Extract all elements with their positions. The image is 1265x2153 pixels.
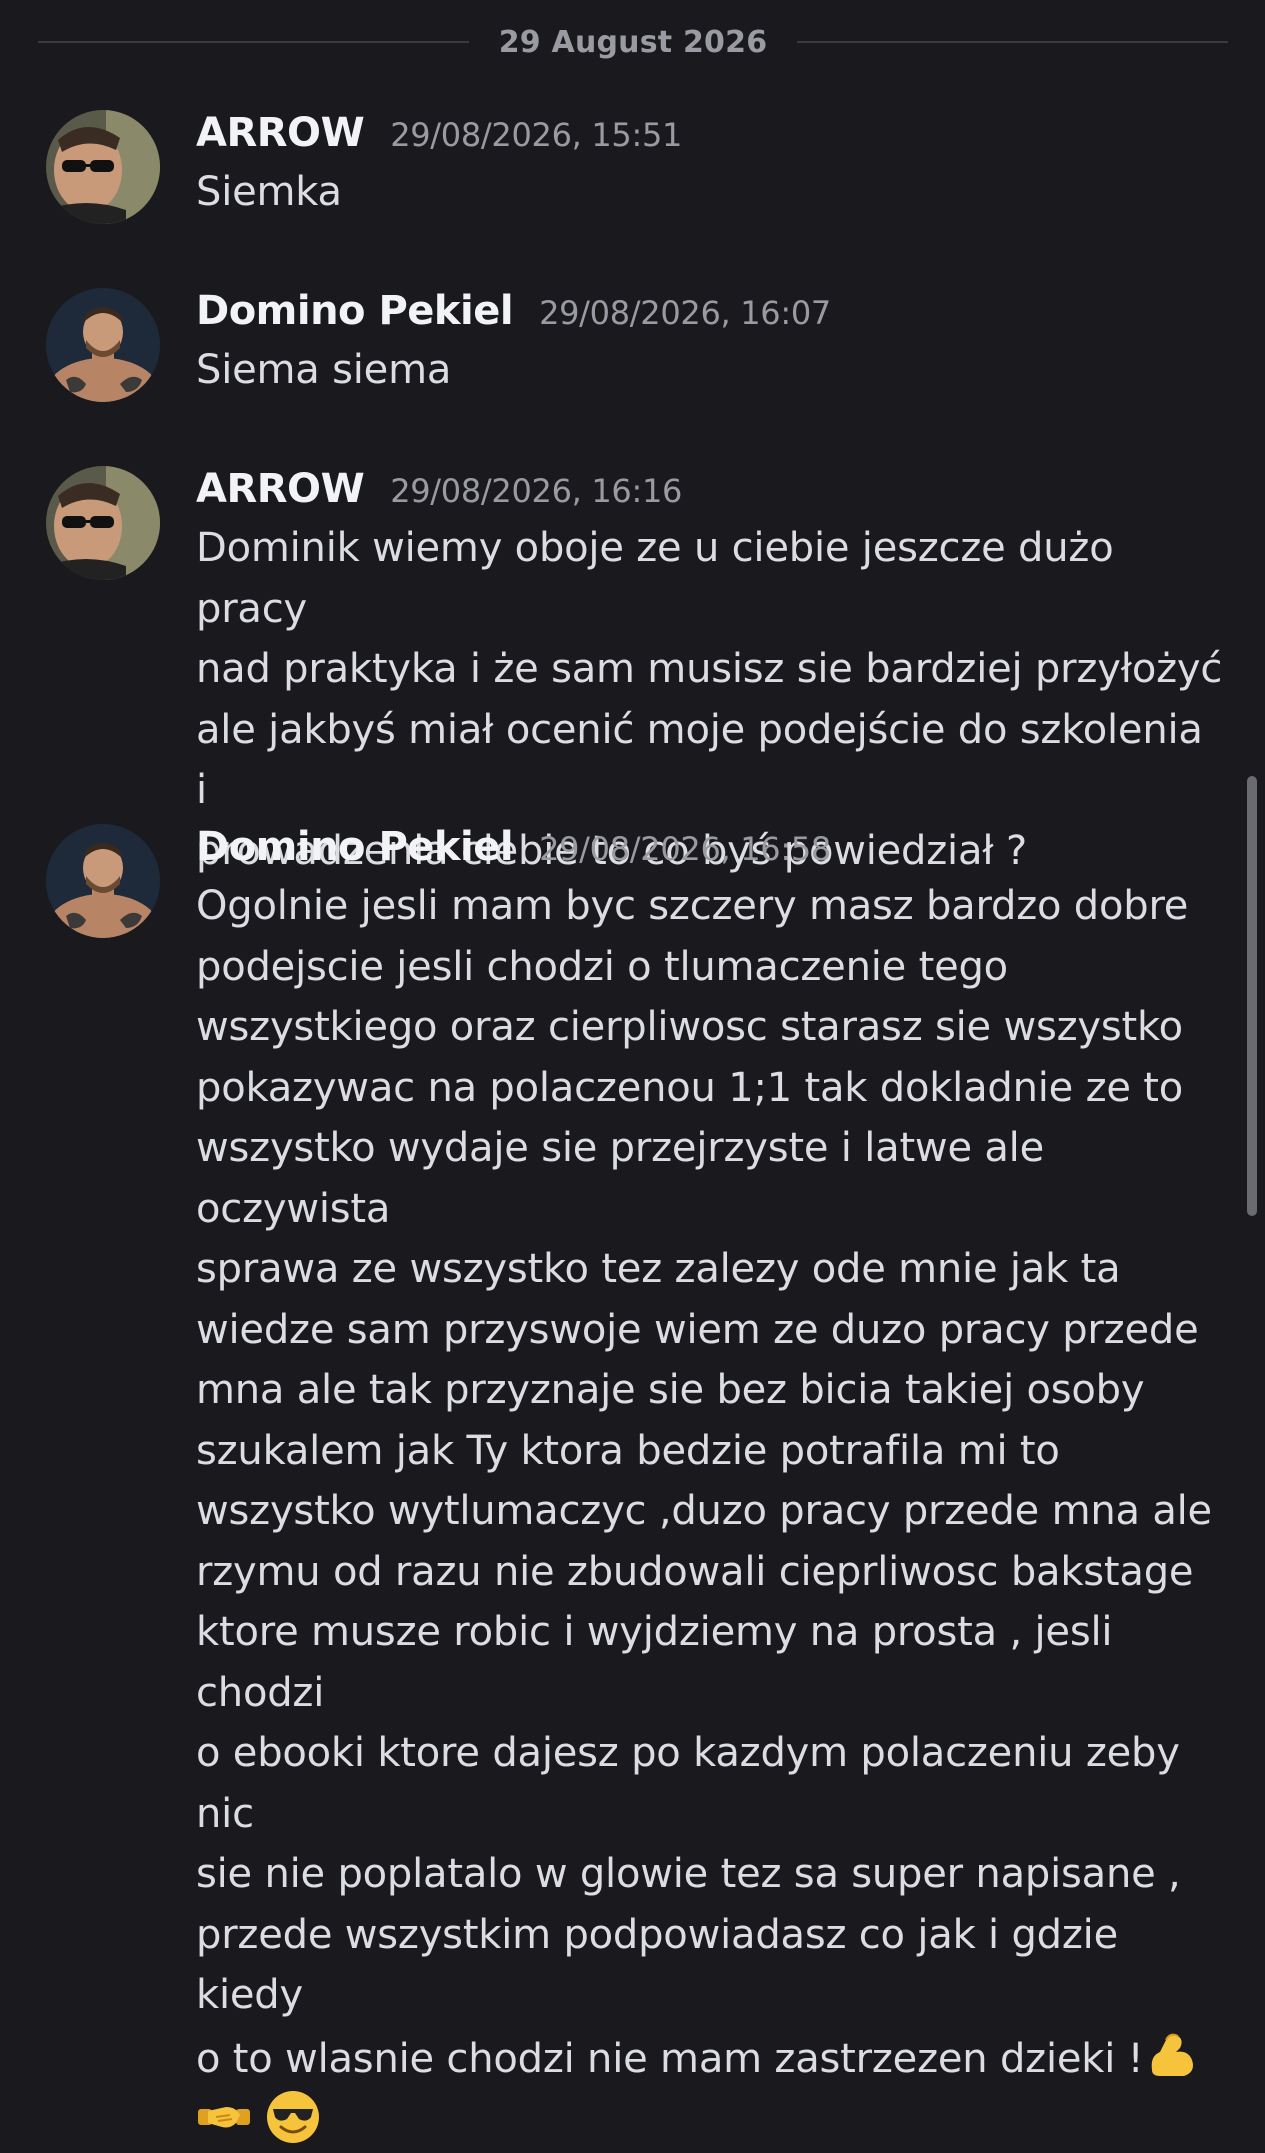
message-content: ARROW 29/08/2026, 15:51 Siemka xyxy=(196,110,1225,223)
domino-avatar-image xyxy=(46,824,160,938)
timestamp: 29/08/2026, 15:51 xyxy=(390,116,683,154)
message-content: Domino Pekiel 29/08/2026, 16:07 Siema si… xyxy=(196,288,1225,401)
flexed-biceps-emoji xyxy=(1144,2026,1200,2082)
message-text: Siema siema xyxy=(196,347,452,393)
divider-line-left xyxy=(38,41,469,43)
username[interactable]: Domino Pekiel xyxy=(196,288,514,334)
domino-avatar[interactable] xyxy=(46,288,160,402)
handshake-emoji xyxy=(196,2089,252,2145)
message-text: Ogolnie jesli mam byc szczery masz bardz… xyxy=(196,876,1225,2153)
message-header: Domino Pekiel 29/08/2026, 16:58 xyxy=(196,824,1225,876)
message-header: Domino Pekiel 29/08/2026, 16:07 xyxy=(196,288,1225,340)
date-divider-label: 29 August 2026 xyxy=(498,24,768,60)
arrow-avatar-image xyxy=(46,110,160,224)
message-content: ARROW 29/08/2026, 16:16 Dominik wiemy ob… xyxy=(196,466,1225,881)
message-header: ARROW 29/08/2026, 15:51 xyxy=(196,110,1225,162)
arrow-avatar-image xyxy=(46,466,160,580)
message-text: Siemka xyxy=(196,169,342,215)
arrow-avatar[interactable] xyxy=(46,110,160,224)
scrollbar[interactable] xyxy=(1247,776,1257,1216)
username[interactable]: ARROW xyxy=(196,466,365,512)
arrow-avatar[interactable] xyxy=(46,466,160,580)
domino-avatar-image xyxy=(46,288,160,402)
date-divider: 29 August 2026 xyxy=(38,24,1229,60)
divider-line-right xyxy=(797,41,1229,43)
timestamp: 29/08/2026, 16:58 xyxy=(539,830,831,868)
message-text-body: Ogolnie jesli mam byc szczery masz bardz… xyxy=(196,883,1212,2082)
timestamp: 29/08/2026, 16:07 xyxy=(539,294,831,332)
domino-avatar[interactable] xyxy=(46,824,160,938)
username[interactable]: ARROW xyxy=(196,110,365,156)
timestamp: 29/08/2026, 16:16 xyxy=(390,472,683,510)
sunglasses-smiley-emoji xyxy=(265,2089,321,2145)
message-content: Domino Pekiel 29/08/2026, 16:58 Ogolnie … xyxy=(196,824,1225,2153)
message-header: ARROW 29/08/2026, 16:16 xyxy=(196,466,1225,518)
username[interactable]: Domino Pekiel xyxy=(196,824,514,870)
